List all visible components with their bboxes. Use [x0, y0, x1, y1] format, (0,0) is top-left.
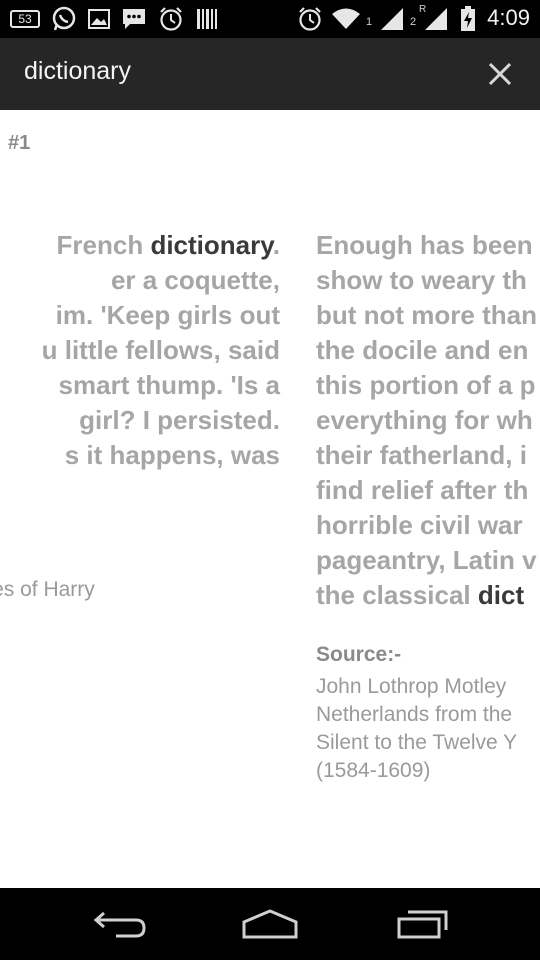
search-bar: dictionary: [0, 38, 540, 110]
home-button[interactable]: [240, 906, 300, 942]
gallery-icon: [87, 6, 111, 32]
signal-icon: [378, 6, 406, 32]
wifi-icon: [330, 6, 362, 32]
quote-text: French dictionary. er a coquette, im. 'K…: [0, 228, 280, 473]
quote-line: er a coquette,: [110, 265, 280, 295]
quote-line: horrible civil war: [316, 510, 523, 540]
quote-card[interactable]: Enough has been show to weary th but not…: [316, 228, 540, 785]
battery-charging-icon: [458, 6, 478, 32]
quote-line: im. 'Keep girls out: [55, 300, 280, 330]
recents-icon: [397, 910, 448, 939]
messages-icon: [121, 6, 147, 32]
quote-line: French dictionary.: [56, 230, 280, 260]
quote-line: find relief after th: [316, 475, 529, 505]
quote-line: pageantry, Latin v: [316, 545, 537, 575]
quote-text: Enough has been show to weary th but not…: [316, 228, 540, 613]
source-line: Netherlands from the: [316, 703, 513, 726]
quote-line: the classical dict: [316, 580, 525, 610]
quote-line: u little fellows, said: [41, 335, 280, 365]
quote-line: Enough has been: [316, 230, 533, 260]
close-icon: [488, 62, 512, 86]
recents-button[interactable]: [392, 906, 452, 942]
quote-line: their fatherland, i: [316, 440, 527, 470]
back-button[interactable]: [90, 906, 150, 942]
results-pager[interactable]: #1 French dictionary. er a coquette, im.…: [0, 110, 540, 888]
alarm-icon: [157, 6, 185, 32]
source-line: Silent to the Twelve Y: [316, 731, 518, 754]
source-line: 1: [0, 604, 168, 632]
source-text: he Adventures of Harry 1: [0, 576, 280, 632]
navigation-bar: [0, 888, 540, 960]
back-icon: [93, 911, 146, 938]
source-line: (1584-1609): [316, 759, 431, 782]
source-line: John Lothrop Motley: [316, 675, 507, 698]
quote-line: this portion of a p: [316, 370, 536, 400]
quote-line: girl? I persisted.: [79, 405, 280, 435]
source-label: Source:-: [316, 643, 402, 666]
clock: 4:09: [487, 5, 530, 30]
quote-line: s it happens, was: [64, 440, 280, 470]
quote-card[interactable]: French dictionary. er a coquette, im. 'K…: [0, 228, 280, 632]
search-query[interactable]: dictionary: [24, 57, 131, 86]
quote-line: smart thump. 'Is a: [58, 370, 280, 400]
alarm-icon: [296, 6, 324, 32]
source-line: he Adventures of Harry: [0, 578, 95, 601]
whatsapp-icon: [50, 6, 78, 32]
page-label: #1: [8, 132, 31, 154]
close-button[interactable]: [482, 56, 518, 92]
quote-line: everything for wh: [316, 405, 533, 435]
quote-line: but not more than: [316, 300, 537, 330]
source-text: John Lothrop Motley Netherlands from the…: [316, 673, 540, 785]
sim1-label: 1: [366, 16, 373, 28]
home-icon: [242, 909, 298, 939]
quote-line: show to weary th: [316, 265, 527, 295]
signal-roaming-icon: [422, 6, 450, 32]
status-bar: 53 1 2 R 4:09: [0, 0, 540, 38]
barcode-icon: [195, 6, 219, 32]
notification-badge-count: 53: [18, 12, 32, 26]
quote-line: the docile and en: [316, 335, 529, 365]
notification-badge-icon: 53: [10, 6, 40, 32]
sim2-label: 2: [410, 16, 417, 28]
